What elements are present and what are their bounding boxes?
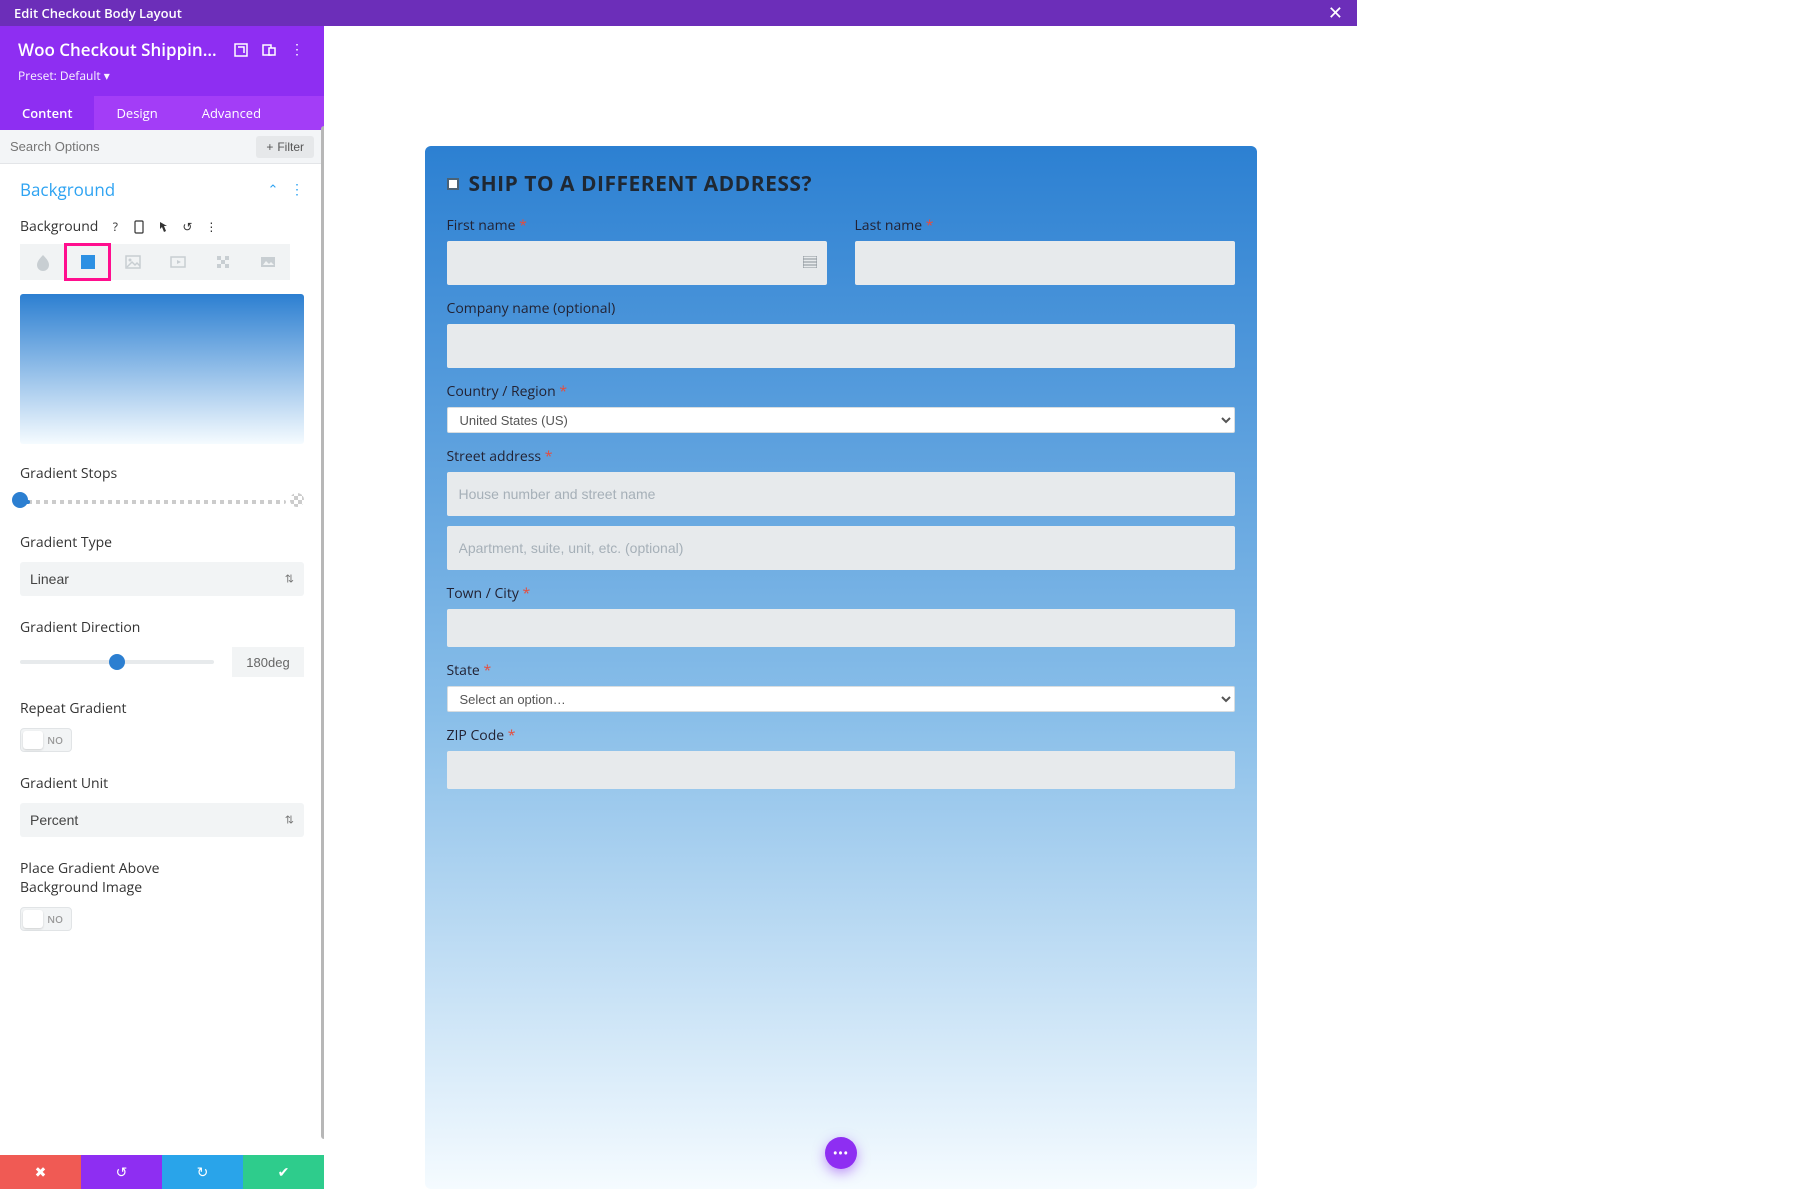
state-select[interactable]: Select an option… [447,686,1235,712]
section-title[interactable]: Background [20,178,115,201]
first-name-label: First name * [447,216,827,235]
gradient-direction-slider[interactable] [20,660,214,664]
tab-content[interactable]: Content [0,96,94,130]
save-button[interactable]: ✔ [243,1155,324,1189]
section-more-icon[interactable]: ⋮ [290,180,304,199]
checkout-shipping-module: SHIP TO A DIFFERENT ADDRESS? First name … [425,146,1257,1189]
gradient-type-select[interactable]: Linear [20,562,304,596]
company-input[interactable] [447,324,1235,368]
discard-button[interactable]: ✖ [0,1155,81,1189]
slider-handle[interactable] [109,654,125,670]
search-row: +Filter [0,130,324,164]
repeat-gradient-label: Repeat Gradient [20,699,304,718]
device-icon[interactable] [132,220,146,234]
tab-advanced[interactable]: Advanced [180,96,283,130]
gradient-direction-label: Gradient Direction [20,618,304,637]
gradient-above-toggle[interactable]: NO [20,907,72,931]
gradient-unit-label: Gradient Unit [20,774,304,793]
plus-icon: + [266,140,273,154]
bg-tab-image[interactable] [110,244,155,280]
settings-sidebar: Woo Checkout Shipping Set... ⋮ Preset: D… [0,26,324,1189]
required-icon: * [519,216,527,235]
help-icon[interactable]: ? [108,220,122,234]
country-select[interactable]: United States (US) [447,407,1235,433]
topbar: Edit Checkout Body Layout ✕ [0,0,1357,26]
country-label: Country / Region * [447,382,1235,401]
bg-tab-mask[interactable] [245,244,290,280]
gradient-preview[interactable] [20,294,304,444]
last-name-label: Last name * [855,216,1235,235]
street-input-2[interactable] [447,526,1235,570]
city-input[interactable] [447,609,1235,647]
state-label: State * [447,661,1235,680]
module-header: Woo Checkout Shipping Set... ⋮ Preset: D… [0,26,324,96]
chevron-up-icon[interactable]: ⌃ [267,180,278,198]
module-title: Woo Checkout Shipping Set... [18,38,222,61]
gradient-stop-handle[interactable] [12,492,28,508]
gradient-stops-end-icon[interactable] [290,493,304,507]
bg-tab-color[interactable] [20,244,65,280]
background-type-tabs [20,244,304,280]
more-icon[interactable]: ⋮ [288,41,306,59]
autofill-icon[interactable] [803,254,817,272]
zip-label: ZIP Code * [447,726,1235,745]
filter-button[interactable]: +Filter [256,136,314,158]
bg-tab-gradient[interactable] [65,244,110,280]
last-name-input[interactable] [855,241,1235,285]
tab-design[interactable]: Design [94,96,179,130]
field-more-icon[interactable]: ⋮ [204,220,218,234]
close-icon[interactable]: ✕ [1328,1,1343,25]
topbar-title: Edit Checkout Body Layout [14,4,182,22]
bg-tab-pattern[interactable] [200,244,245,280]
zip-input[interactable] [447,751,1235,789]
first-name-input[interactable] [447,241,827,285]
gradient-unit-select[interactable]: Percent [20,803,304,837]
responsive-icon[interactable] [260,41,278,59]
background-label: Background [20,217,98,236]
street-label: Street address * [447,447,1235,466]
bg-tab-video[interactable] [155,244,200,280]
panel-body: Background ⌃ ⋮ Background ? ↺ ⋮ Gradient… [0,164,324,1189]
gradient-type-label: Gradient Type [20,533,304,552]
undo-button[interactable]: ↺ [81,1155,162,1189]
settings-tabs: Content Design Advanced [0,96,324,130]
expand-icon[interactable] [232,41,250,59]
street-input-1[interactable] [447,472,1235,516]
gradient-stops-label: Gradient Stops [20,464,304,483]
reset-icon[interactable]: ↺ [180,220,194,234]
footer-bar: ✖ ↺ ↻ ✔ [0,1155,324,1189]
gradient-direction-value[interactable] [232,647,304,677]
hover-icon[interactable] [156,220,170,234]
ship-heading: SHIP TO A DIFFERENT ADDRESS? [469,170,812,198]
ship-different-checkbox[interactable] [447,178,459,190]
preset-dropdown[interactable]: Preset: Default [18,67,306,84]
redo-button[interactable]: ↻ [162,1155,243,1189]
repeat-gradient-toggle[interactable]: NO [20,728,72,752]
preview-canvas: SHIP TO A DIFFERENT ADDRESS? First name … [324,26,1357,1189]
city-label: Town / City * [447,584,1235,603]
gradient-above-label: Place Gradient Above Background Image [20,859,190,897]
builder-fab-button[interactable]: ••• [825,1137,857,1169]
gradient-stops-track[interactable] [20,493,304,507]
search-input[interactable] [10,139,256,154]
company-label: Company name (optional) [447,299,1235,318]
